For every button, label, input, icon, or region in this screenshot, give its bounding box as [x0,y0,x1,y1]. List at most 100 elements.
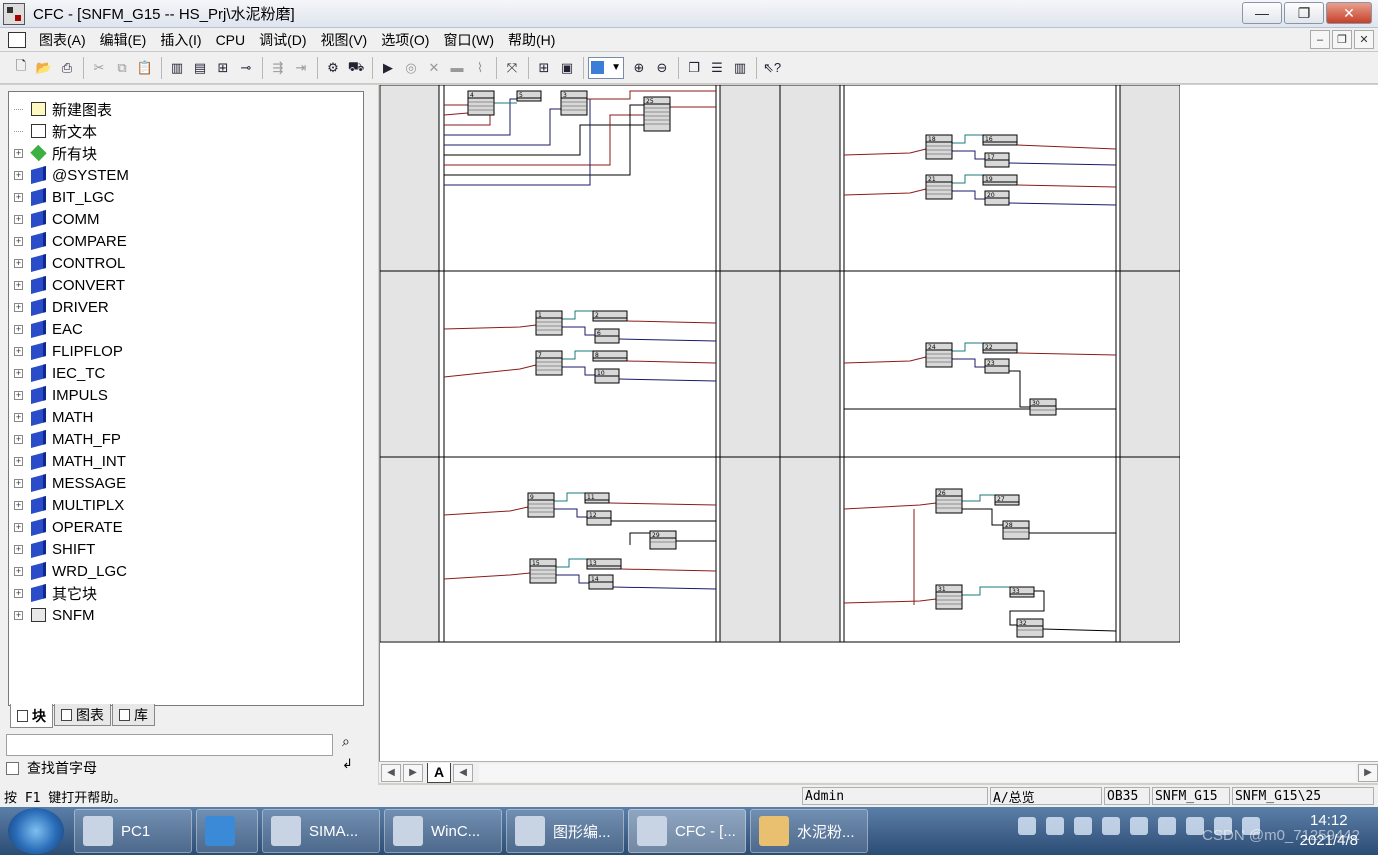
expand-icon[interactable]: + [14,456,23,466]
function-block[interactable]: 19 [982,174,1018,186]
network-icon[interactable] [1046,817,1064,835]
function-block[interactable]: 8 [592,350,628,362]
task-paint[interactable]: 水泥粉... [750,809,868,853]
mdi-restore-button[interactable]: ❐ [1332,30,1352,49]
expand-icon[interactable]: + [14,280,23,290]
fit-icon[interactable]: ⤧ [501,57,523,79]
tree-item-multiplx[interactable]: + MULTIPLX [9,494,124,516]
tree-item-comm[interactable]: + COMM [9,208,100,230]
function-block[interactable]: 29 [649,530,677,550]
expand-icon[interactable]: + [14,258,23,268]
zoom-in-icon[interactable]: ⊕ [628,57,650,79]
function-block[interactable]: 4 [467,90,495,116]
expand-icon[interactable]: + [14,346,23,356]
scroll-left-button[interactable]: ◀ [453,763,474,782]
task-cfc[interactable]: CFC - [... [628,809,746,853]
function-block[interactable]: 13 [586,558,622,570]
function-block[interactable]: 22 [982,342,1018,354]
expand-icon[interactable]: + [14,478,23,488]
menu-help[interactable]: 帮助(H) [501,30,562,50]
function-block[interactable]: 18 [925,134,953,160]
expand-icon[interactable]: + [14,588,23,598]
cfc-app-icon[interactable] [3,2,25,25]
expand-icon[interactable]: + [14,390,23,400]
task-pc1[interactable]: PC1 [74,809,192,853]
expand-icon[interactable]: + [14,148,23,158]
tile-vertical-icon[interactable]: ▥ [729,57,751,79]
star-icon[interactable] [1158,817,1176,835]
expand-icon[interactable]: + [14,412,23,422]
task-wincc[interactable]: WinC... [384,809,502,853]
connect-icon[interactable]: ⊸ [235,57,257,79]
expand-icon[interactable]: + [14,434,23,444]
function-block[interactable]: 31 [935,584,963,610]
menu-cpu[interactable]: CPU [209,32,253,48]
tree-item-driver[interactable]: + DRIVER [9,296,109,318]
function-block[interactable]: 14 [588,574,614,590]
keyboard-icon[interactable] [1018,817,1036,835]
download-icon[interactable]: ⛟ [345,57,367,79]
tree-item-convert[interactable]: + CONVERT [9,274,125,296]
tree-item-iec-tc[interactable]: + IEC_TC [9,362,105,384]
expand-icon[interactable]: + [14,368,23,378]
function-block[interactable]: 16 [982,134,1018,146]
run-sequence-icon[interactable]: ⇶ [267,57,289,79]
tree-item-operate[interactable]: + OPERATE [9,516,123,538]
new-icon[interactable]: 🗋 [10,57,32,79]
binoculars-icon[interactable]: ⌕ [342,733,364,753]
tree-icon[interactable]: ⊞ [212,57,234,79]
trend-icon[interactable]: ⌇ [469,57,491,79]
menu-chart[interactable]: 图表(A) [32,30,93,50]
tree-item-shift[interactable]: + SHIFT [9,538,95,560]
function-block[interactable]: 2 [592,310,628,322]
function-block[interactable]: 23 [984,358,1010,374]
color-combo[interactable]: ▼ [588,56,624,79]
first-letter-checkbox[interactable] [6,761,19,775]
tree-item-wrd-lgc[interactable]: + WRD_LGC [9,560,127,582]
tile-horizontal-icon[interactable]: ☰ [706,57,728,79]
print-icon[interactable]: ⎙ [56,57,78,79]
tree-item-impuls[interactable]: + IMPULS [9,384,108,406]
test-mode-icon[interactable]: ▶ [377,57,399,79]
window-icon[interactable]: ▤ [189,57,211,79]
expand-icon[interactable]: + [14,170,23,180]
compile-icon[interactable]: ⚙ [322,57,344,79]
function-block[interactable]: 12 [586,510,612,526]
tree-item-bit-lgc[interactable]: + BIT_LGC [9,186,115,208]
function-block[interactable]: 17 [984,152,1010,168]
catalog-icon[interactable]: ▥ [166,57,188,79]
function-block[interactable]: 24 [925,342,953,368]
expand-icon[interactable]: + [14,522,23,532]
task-ie[interactable] [196,809,258,853]
function-block[interactable]: 27 [994,494,1020,506]
tree-item-eac[interactable]: + EAC [9,318,83,340]
zoom-out-icon[interactable]: ⊖ [651,57,673,79]
function-block[interactable]: 11 [584,492,610,504]
close-button[interactable]: ✕ [1326,2,1372,24]
function-block[interactable]: 33 [1009,586,1035,598]
tab-blocks[interactable]: 块 [10,704,53,728]
tab-charts[interactable]: 图表 [54,704,111,726]
task-graphics[interactable]: 图形编... [506,809,624,853]
expand-icon[interactable]: + [14,500,23,510]
tree-item-system[interactable]: + @SYSTEM [9,164,129,186]
step-icon[interactable]: ▬ [446,57,468,79]
restore-button[interactable]: ❐ [1284,2,1324,24]
tree-item-snfm[interactable]: + SNFM [9,604,95,626]
sheet-prev-button[interactable]: ◀ [381,763,401,782]
function-block[interactable]: 15 [529,558,557,584]
tree-item-control[interactable]: + CONTROL [9,252,125,274]
expand-icon[interactable]: + [14,192,23,202]
task-simatic[interactable]: SIMA... [262,809,380,853]
cfc-sheet-area[interactable]: 4 5 3 25 18 16 17 21 19 20 1 2 6 7 8 10 24 22 23 30 9 11 12 29 1… [379,85,1378,761]
menu-window[interactable]: 窗口(W) [436,30,501,50]
tree-item-all-blocks[interactable]: + 所有块 [9,142,97,164]
function-block[interactable]: 3 [560,90,588,116]
function-block[interactable]: 21 [925,174,953,200]
install-icon[interactable]: ⇥ [290,57,312,79]
tree-item-other-blocks[interactable]: + 其它块 [9,582,97,604]
start-button[interactable] [8,808,64,854]
tool-icon[interactable] [1074,817,1092,835]
tab-sheet-a[interactable]: A [427,762,452,783]
hammer-icon[interactable] [1130,817,1148,835]
